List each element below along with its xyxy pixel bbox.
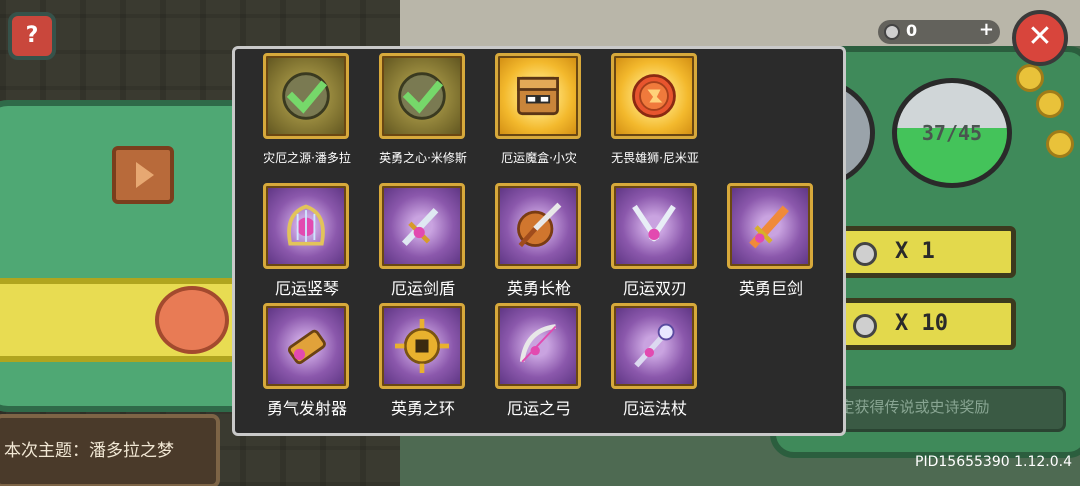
coin-icon [884, 24, 900, 40]
capsule-slot-icon [155, 286, 229, 354]
reward-slot [263, 183, 349, 269]
lion-coin-icon [632, 74, 676, 118]
reward-item[interactable]: 厄运法杖 [597, 301, 713, 433]
gold-dot-icon [1016, 64, 1044, 92]
reward-item[interactable]: 厄运双刃 [597, 181, 713, 313]
reward-slot [611, 53, 697, 139]
capsule-counter-green: 37/45 [892, 78, 1012, 188]
reward-name: 厄运双刃 [622, 279, 687, 298]
reward-name: 厄运法杖 [622, 399, 687, 418]
add-currency-button[interactable]: + [979, 19, 994, 40]
reward-item[interactable]: 英勇之心·米修斯 [365, 51, 481, 183]
reward-item[interactable]: 厄运竖琴 [249, 181, 365, 313]
reward-name: 厄运剑盾 [390, 279, 455, 298]
reward-slot [495, 183, 581, 269]
reward-slot [727, 183, 813, 269]
reward-item[interactable]: 无畏雄狮·尼米亚 [597, 51, 713, 183]
draw-x1-button[interactable]: X 1 [820, 226, 1016, 278]
reward-slot [611, 303, 697, 389]
reward-name: 厄运竖琴 [274, 279, 339, 298]
help-button[interactable]: ? [8, 12, 56, 60]
reward-name: 勇气发射器 [266, 399, 347, 418]
close-button[interactable]: ✕ [1012, 10, 1068, 66]
doom-box-icon [517, 76, 559, 116]
currency-value: 0 [906, 21, 918, 40]
pandora-check-icon [282, 72, 330, 120]
reward-slot [263, 303, 349, 389]
reward-item[interactable]: 勇气发射器 [249, 301, 365, 433]
valor-ring-icon [395, 319, 449, 373]
video-play-button[interactable] [112, 146, 174, 204]
doom-bow-icon [519, 324, 557, 363]
reward-name: 灾厄之源·潘多拉 [263, 151, 351, 165]
reward-name: 厄运魔盒·小灾 [501, 151, 577, 165]
draw-x1-label: X 1 [895, 239, 935, 264]
doom-dual-blades-icon [632, 204, 676, 242]
reward-slot [495, 303, 581, 389]
reward-slot [611, 183, 697, 269]
reward-name: 厄运之弓 [506, 399, 571, 418]
doom-sword-shield-icon [401, 207, 439, 246]
coin-icon [853, 242, 877, 266]
reward-preview-popup: 灾厄之源·潘多拉 英勇之心·米修斯 厄运魔盒·小灾 无畏雄狮·尼米亚 厄运竖琴 厄运剑盾英… [232, 46, 846, 436]
mythus-check-icon [398, 72, 446, 120]
gold-dot-icon [1036, 90, 1064, 118]
reward-item[interactable]: 英勇巨剑 [713, 181, 829, 313]
reward-item[interactable]: 英勇之环 [365, 301, 481, 433]
reward-item[interactable]: 厄运剑盾 [365, 181, 481, 313]
doom-harp-icon [287, 204, 325, 246]
reward-item[interactable]: 英勇长枪 [481, 181, 597, 313]
reward-slot [495, 53, 581, 139]
reward-slot [379, 183, 465, 269]
reward-name: 英勇之环 [390, 399, 455, 418]
valor-greatsword-icon [749, 205, 789, 249]
doom-staff-icon [634, 323, 675, 368]
courage-launcher-icon [287, 329, 326, 365]
reward-item[interactable]: 厄运魔盒·小灾 [481, 51, 597, 183]
coin-icon [853, 314, 877, 338]
draw-x10-label: X 10 [895, 311, 948, 336]
gold-dot-icon [1046, 130, 1074, 158]
reward-grid: 灾厄之源·潘多拉 英勇之心·米修斯 厄运魔盒·小灾 无畏雄狮·尼米亚 厄运竖琴 厄运剑盾英… [235, 49, 843, 433]
player-id-version: PID15655390 1.12.0.4 [915, 454, 1072, 470]
reward-name: 英勇巨剑 [738, 279, 803, 298]
reward-slot [379, 53, 465, 139]
draw-x10-button[interactable]: X 10 [820, 298, 1016, 350]
reward-name: 无畏雄狮·尼米亚 [611, 151, 699, 165]
currency-bar: 0 + [878, 19, 1000, 44]
reward-slot [263, 53, 349, 139]
reward-name: 英勇长枪 [506, 279, 571, 298]
valor-lance-icon [517, 202, 562, 248]
reward-slot [379, 303, 465, 389]
reward-item[interactable]: 厄运之弓 [481, 301, 597, 433]
theme-label: 本次主题：潘多拉之梦 [4, 441, 174, 461]
reward-name: 英勇之心·米修斯 [379, 151, 467, 165]
reward-item[interactable]: 灾厄之源·潘多拉 [249, 51, 365, 183]
